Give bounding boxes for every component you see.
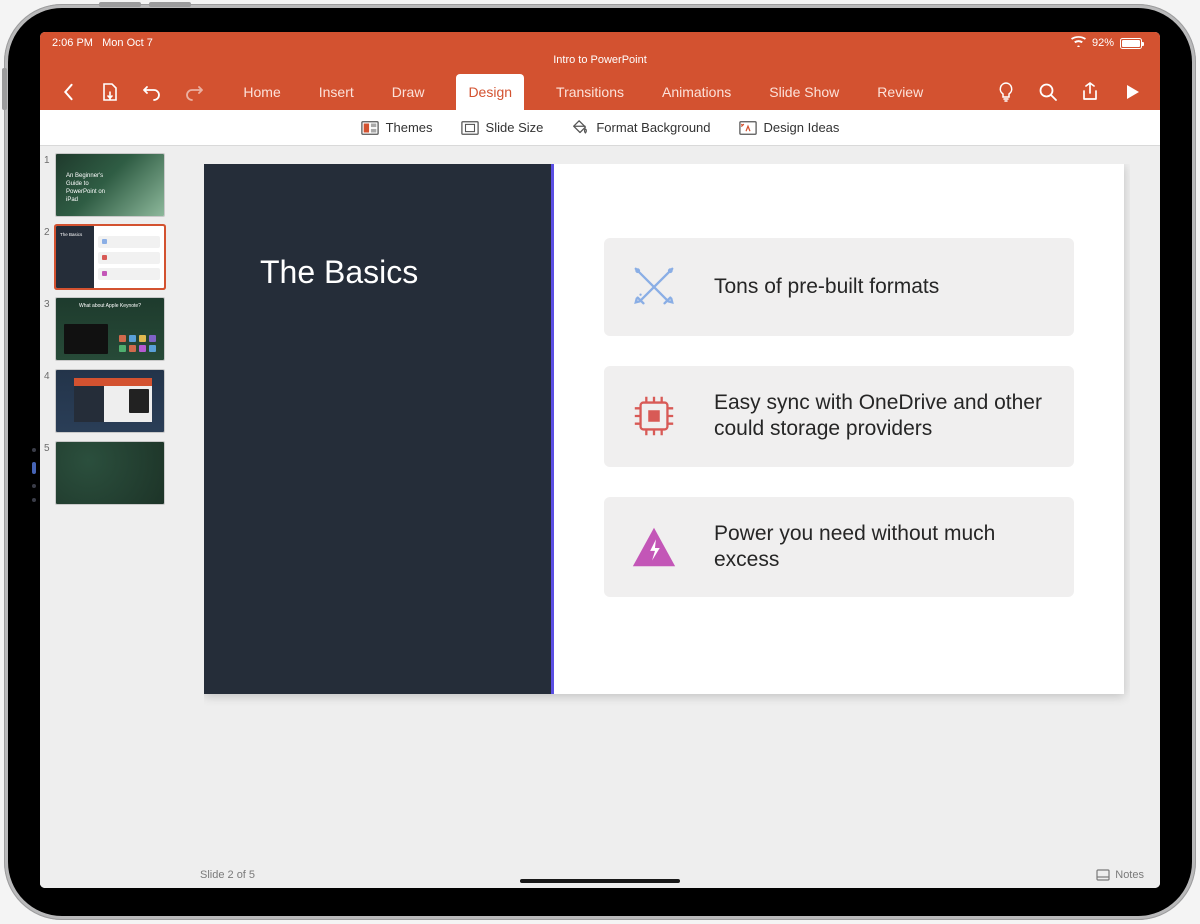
hw-button — [149, 2, 191, 7]
status-bar: 2:06 PM Mon Oct 7 92% — [40, 32, 1160, 54]
notes-label: Notes — [1115, 869, 1144, 881]
editor-footer: Slide 2 of 5 Notes — [184, 862, 1160, 888]
battery-pct: 92% — [1092, 37, 1114, 49]
slide-thumbnail-4[interactable] — [56, 370, 164, 432]
thumb-number: 5 — [44, 442, 56, 504]
workspace: 1 An Beginner's Guide to PowerPoint on i… — [40, 146, 1160, 888]
wifi-icon — [1071, 36, 1086, 50]
slide-size-button[interactable]: Slide Size — [461, 119, 544, 137]
slide-title: The Basics — [260, 254, 418, 290]
thumb-text: An Beginner's Guide to PowerPoint on iPa… — [66, 172, 105, 204]
present-button[interactable] — [1122, 82, 1142, 102]
slide[interactable]: The Basics Tons of pre-built formats — [204, 164, 1124, 694]
design-ideas-button[interactable]: Design Ideas — [739, 119, 840, 137]
tab-home[interactable]: Home — [237, 74, 286, 110]
redo-button[interactable] — [184, 82, 204, 102]
ribbon-tabs: Home Insert Draw Design Transitions Anim… — [237, 74, 929, 110]
tab-insert[interactable]: Insert — [313, 74, 360, 110]
status-date: Mon Oct 7 — [102, 37, 153, 49]
ribbon-header: Home Insert Draw Design Transitions Anim… — [40, 74, 1160, 110]
thumb-number: 3 — [44, 298, 56, 360]
tab-slideshow[interactable]: Slide Show — [763, 74, 845, 110]
tab-animations[interactable]: Animations — [656, 74, 737, 110]
share-button[interactable] — [1080, 82, 1100, 102]
paint-bucket-icon — [571, 119, 589, 137]
tab-review[interactable]: Review — [871, 74, 929, 110]
chip-icon — [630, 391, 678, 441]
back-button[interactable] — [58, 82, 78, 102]
slide-title-panel[interactable]: The Basics — [204, 164, 554, 694]
battery-icon — [1120, 38, 1142, 49]
hw-button — [99, 2, 141, 7]
thumb-number: 4 — [44, 370, 56, 432]
hw-connector-dots — [32, 448, 36, 502]
design-ideas-label: Design Ideas — [764, 120, 840, 135]
slide-thumbnail-5[interactable] — [56, 442, 164, 504]
tab-design[interactable]: Design — [456, 74, 524, 110]
slide-thumbnail-1[interactable]: An Beginner's Guide to PowerPoint on iPa… — [56, 154, 164, 216]
tab-draw[interactable]: Draw — [386, 74, 431, 110]
thumb-number: 1 — [44, 154, 56, 216]
slide-thumbnail-rail[interactable]: 1 An Beginner's Guide to PowerPoint on i… — [40, 146, 184, 888]
feature-text-3: Power you need without much excess — [714, 521, 1048, 574]
swords-icon — [630, 262, 678, 312]
home-indicator[interactable] — [520, 879, 680, 883]
feature-card-3[interactable]: Power you need without much excess — [604, 497, 1074, 598]
feature-text-1: Tons of pre-built formats — [714, 274, 939, 300]
search-button[interactable] — [1038, 82, 1058, 102]
slide-size-label: Slide Size — [486, 120, 544, 135]
warning-bolt-icon — [630, 523, 678, 571]
status-time: 2:06 PM — [52, 37, 93, 49]
document-title: Intro to PowerPoint — [40, 54, 1160, 74]
feature-text-2: Easy sync with OneDrive and other could … — [714, 390, 1048, 443]
feature-card-2[interactable]: Easy sync with OneDrive and other could … — [604, 366, 1074, 467]
tab-transitions[interactable]: Transitions — [550, 74, 630, 110]
format-background-label: Format Background — [596, 120, 710, 135]
themes-button[interactable]: Themes — [361, 119, 433, 137]
hw-button — [2, 68, 7, 110]
slide-size-icon — [461, 119, 479, 137]
slide-thumbnail-3[interactable]: What about Apple Keynote? — [56, 298, 164, 360]
feature-card-1[interactable]: Tons of pre-built formats — [604, 238, 1074, 336]
slide-position: Slide 2 of 5 — [200, 869, 255, 881]
slide-canvas-area[interactable]: The Basics Tons of pre-built formats — [184, 146, 1160, 888]
slide-thumbnail-2[interactable]: The Basics — [56, 226, 164, 288]
thumb-number: 2 — [44, 226, 56, 288]
lightbulb-button[interactable] — [996, 82, 1016, 102]
design-sub-ribbon: Themes Slide Size Format Background — [40, 110, 1160, 146]
notes-toggle[interactable]: Notes — [1096, 869, 1144, 881]
format-background-button[interactable]: Format Background — [571, 119, 710, 137]
ipad-hardware-frame: 2:06 PM Mon Oct 7 92% Intro to PowerPoin… — [4, 4, 1196, 920]
themes-label: Themes — [386, 120, 433, 135]
undo-button[interactable] — [142, 82, 162, 102]
design-ideas-icon — [739, 119, 757, 137]
themes-icon — [361, 119, 379, 137]
notes-icon — [1096, 869, 1110, 881]
file-menu-button[interactable] — [100, 82, 120, 102]
